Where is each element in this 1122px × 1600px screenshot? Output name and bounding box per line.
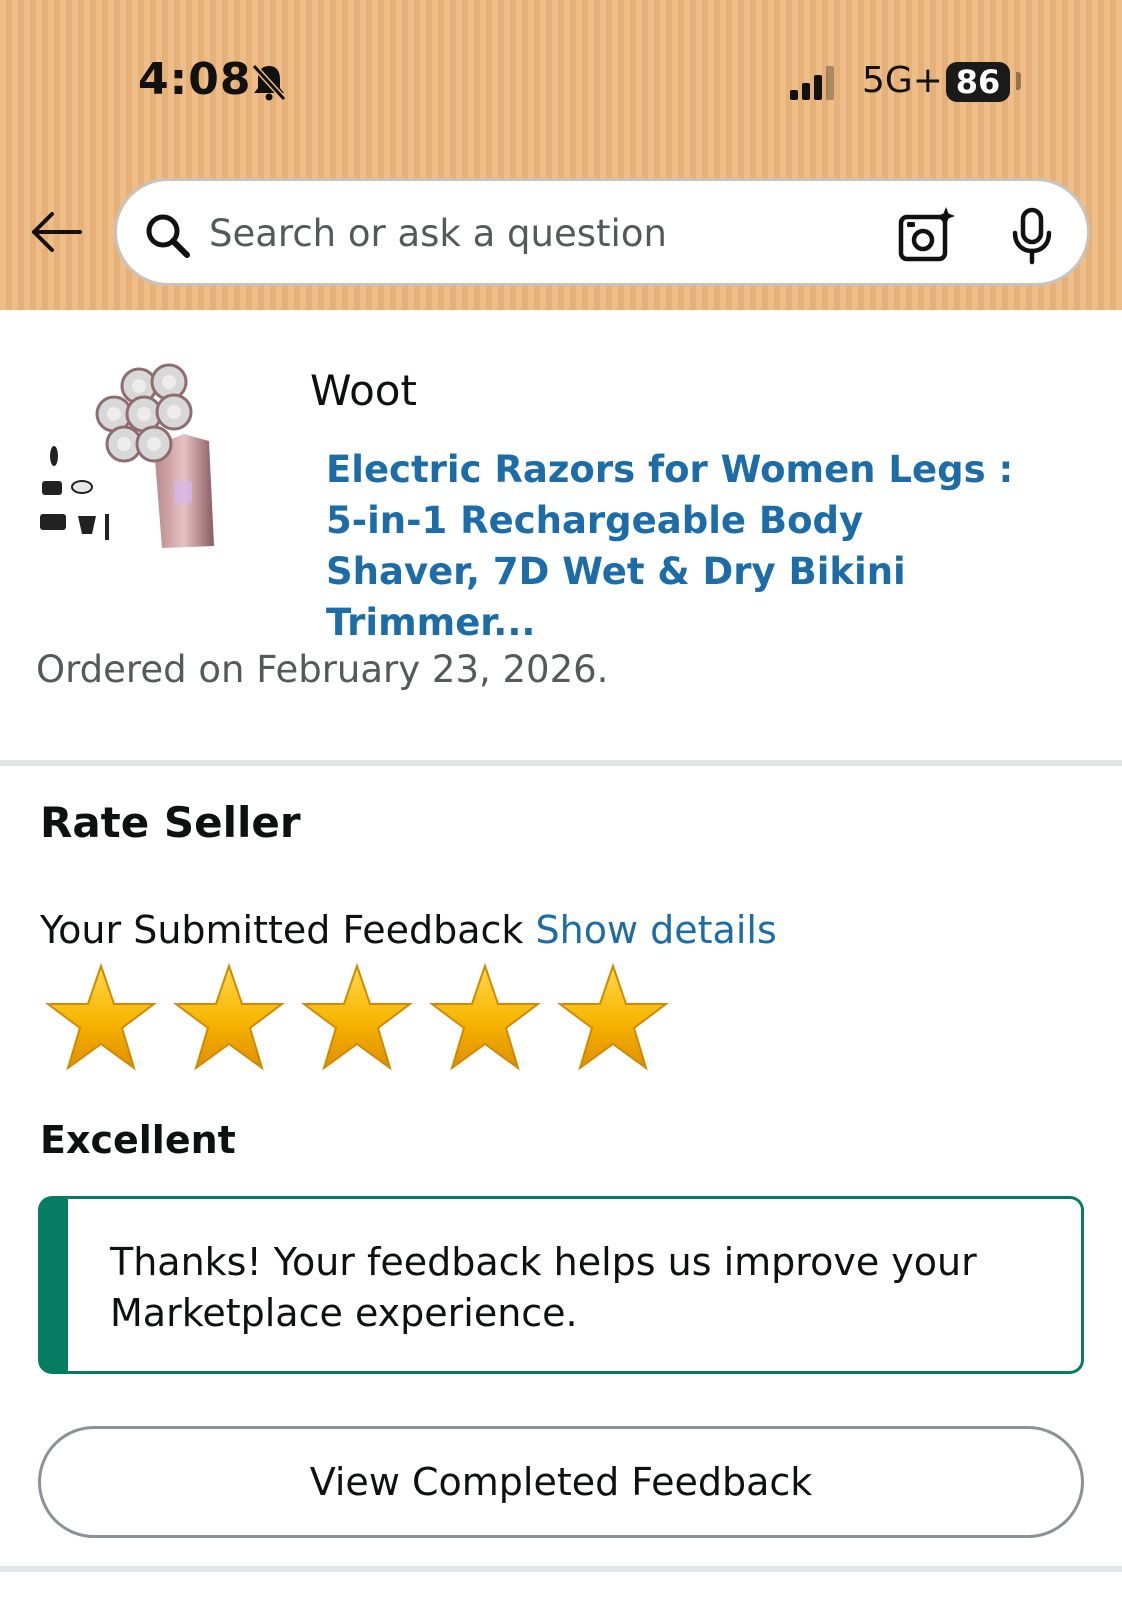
star-icon [301,962,413,1071]
section-divider [0,760,1122,766]
product-image[interactable] [34,356,264,576]
bell-slash-icon [251,63,287,102]
status-time: 4:08 [138,54,252,105]
order-date: Ordered on February 23, 2026. [36,648,609,691]
alert-message: Thanks! Your feedback helps us improve y… [110,1240,977,1335]
star-icon [173,962,285,1071]
rate-seller-heading: Rate Seller [40,798,301,847]
submitted-feedback-label: Your Submitted Feedback [40,908,524,952]
product-title-link[interactable]: Electric Razors for Women Legs : 5-in-1 … [326,444,1026,648]
section-divider [0,1566,1122,1572]
submitted-feedback-line: Your Submitted Feedback Show details [40,908,777,952]
network-label: 5G+ [862,60,943,101]
search-bar[interactable] [114,178,1090,286]
camera-sparkle-icon[interactable] [897,205,957,265]
star-icon [45,962,157,1071]
signal-bars-icon [790,66,834,100]
microphone-icon[interactable] [1009,207,1055,265]
star-icon [429,962,541,1071]
app-header: 4:08 5G+ 86 [0,0,1122,310]
seller-name: Woot [310,366,417,415]
success-alert: Thanks! Your feedback helps us improve y… [38,1196,1084,1374]
search-input[interactable] [209,205,849,261]
search-icon [146,214,190,258]
show-details-link[interactable]: Show details [536,908,777,952]
battery-tip [1016,72,1021,90]
back-arrow-icon[interactable] [28,210,84,254]
view-completed-feedback-button[interactable]: View Completed Feedback [38,1426,1084,1538]
star-rating [44,962,670,1074]
star-icon [557,962,669,1071]
rating-text: Excellent [40,1118,236,1162]
battery-level: 86 [946,62,1010,102]
